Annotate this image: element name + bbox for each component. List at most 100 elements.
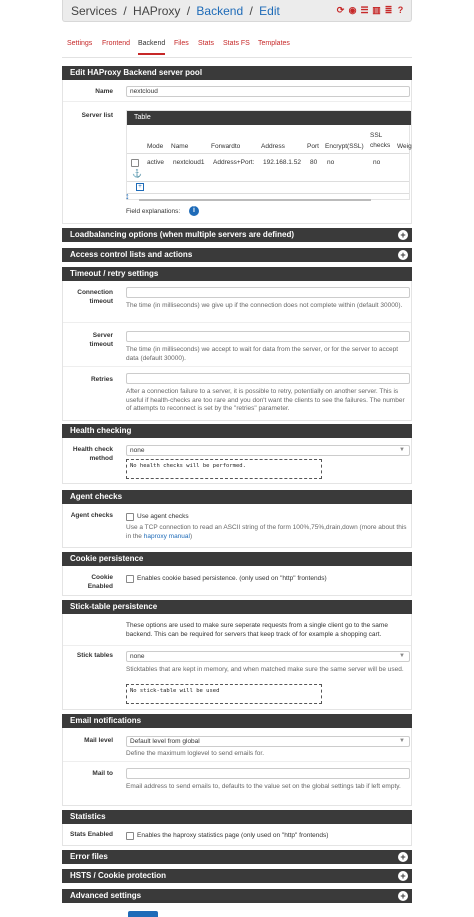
table-divider [127,181,409,182]
advanced-heading[interactable]: Advanced settings + [62,889,412,903]
errorfiles-heading[interactable]: Error files + [62,850,412,864]
expand-icon[interactable]: + [398,852,408,862]
server-timeout-row: Server timeout The time (in milliseconds… [63,323,411,367]
retries-row: Retries After a connection failure to a … [63,367,411,421]
col-encrypt: Encrypt(SSL) [325,143,364,150]
cookie-label-2: Enabled [87,583,113,590]
tab-settings[interactable]: Settings [67,40,92,47]
resize-arrow-icon[interactable]: ↕ [125,191,130,201]
mailto-row: Mail to Email address to send emails to,… [63,762,411,806]
loadbalancing-title: Loadbalancing options (when multiple ser… [70,230,295,239]
health-body: Health check method none ▼ No health chec… [62,438,412,484]
breadcrumb-services: Services [71,4,118,18]
breadcrumb-backend-link[interactable]: Backend [196,4,243,18]
tab-frontend[interactable]: Frontend [102,40,130,47]
table-divider [127,153,409,154]
loadbalancing-heading[interactable]: Loadbalancing options (when multiple ser… [62,228,412,242]
server-timeout-label-1: Server [92,332,113,339]
health-method-label-2: method [89,455,113,462]
name-row: Name nextcloud [63,80,411,102]
expand-icon[interactable]: + [398,250,408,260]
maillevel-select[interactable]: Default level from global ▼ [126,736,410,747]
retries-help: After a connection failure to a server, … [126,388,405,412]
retries-input[interactable] [126,373,410,384]
expand-icon[interactable]: + [398,871,408,881]
health-textarea[interactable]: No health checks will be performed. [126,459,322,479]
name-label: Name [95,88,113,95]
agent-checks-checkbox[interactable] [126,513,134,521]
sticktable-body: These options are used to make sure sepe… [62,614,412,710]
connection-timeout-input[interactable] [126,287,410,298]
tab-backend[interactable]: Backend [138,40,166,55]
chevron-down-icon: ▼ [399,447,405,453]
expand-icon[interactable]: + [398,230,408,240]
tab-stats[interactable]: Stats [198,40,214,47]
col-weight: Weig [397,143,412,150]
edit-panel-heading: Edit HAProxy Backend server pool [62,66,412,80]
expand-icon[interactable]: + [398,891,408,901]
edit-panel-body: Name nextcloud Server list Table Mode Na… [62,80,412,224]
breadcrumb-edit-link[interactable]: Edit [259,4,280,18]
cell-ssl-checks: no [373,159,381,166]
info-icon[interactable]: i [189,206,199,216]
statistics-body: Stats Enabled Enables the haproxy statis… [62,824,412,846]
health-method-select[interactable]: none ▼ [126,445,410,456]
server-timeout-help: The time (in milliseconds) we accept to … [126,346,399,362]
health-title: Health checking [70,426,132,435]
chart-icon[interactable]: ▥ [372,5,381,15]
col-port: Port [307,143,319,150]
serverlist-row: Server list Table Mode Name Forwardto Ad… [63,102,412,224]
server-table: Table Mode Name Forwardto Address Port E… [125,110,412,201]
timeout-title: Timeout / retry settings [70,269,159,278]
connection-timeout-row: Connection timeout The time (in millisec… [63,281,411,323]
cookie-label-1: Cookie [91,574,113,581]
cookie-checkbox[interactable] [126,575,134,583]
haproxy-manual-link[interactable]: haproxy manual [144,533,190,540]
save-button[interactable] [128,911,158,917]
horizontal-scrollbar[interactable] [139,199,371,201]
server-table-title: Table [134,114,151,121]
list-icon[interactable]: ≣ [384,5,393,15]
sticktable-heading: Stick-table persistence [62,600,412,614]
statistics-heading: Statistics [62,810,412,824]
row-select-checkbox[interactable] [131,159,139,167]
agent-checks-help: Use a TCP connection to read an ASCII st… [126,524,410,541]
cell-address: 192.168.1.52 [263,159,301,166]
table-divider [127,193,409,194]
tab-stats-fs[interactable]: Stats FS [223,40,250,47]
stop-icon[interactable]: ◉ [348,5,357,15]
hsts-heading[interactable]: HSTS / Cookie protection + [62,869,412,883]
agent-checks-text: Use agent checks [137,513,189,520]
mailto-input[interactable] [126,768,410,779]
connection-timeout-label-1: Connection [77,289,113,296]
sliders-icon[interactable]: ☰ [360,5,369,15]
sticktable-textarea[interactable]: No stick-table will be used [126,684,322,704]
acl-heading[interactable]: Access control lists and actions + [62,248,412,262]
server-timeout-input[interactable] [126,331,410,342]
stats-enabled-label: Stats Enabled [70,831,113,838]
maillevel-help: Define the maximum loglevel to send emai… [126,750,265,757]
add-row-icon[interactable]: + [136,183,144,191]
cookie-heading: Cookie persistence [62,552,412,566]
agent-checks-label: Agent checks [70,512,113,519]
page: Services / HAProxy / Backend / Edit ⟳ ◉ … [0,0,474,917]
tab-templates[interactable]: Templates [258,40,290,47]
health-method-value: none [130,447,145,454]
edit-panel-title: Edit HAProxy Backend server pool [70,68,203,77]
refresh-icon[interactable]: ⟳ [336,5,345,15]
maillevel-label: Mail level [84,737,113,744]
cookie-title: Cookie persistence [70,554,144,563]
sticktables-select[interactable]: none ▼ [126,651,410,662]
maillevel-value: Default level from global [130,738,200,745]
timeout-body: Connection timeout The time (in millisec… [62,281,412,421]
tab-bar: Settings Frontend Backend Files Stats St… [62,38,412,58]
help-icon[interactable]: ? [396,5,405,15]
name-input[interactable]: nextcloud [126,86,410,97]
mailto-label: Mail to [92,770,113,777]
stats-enabled-checkbox[interactable] [126,832,134,840]
cookie-body: Cookie Enabled Enables cookie based pers… [62,566,412,596]
cell-forwardto: Address+Port: [213,159,255,166]
anchor-icon[interactable]: ⚓ [132,169,142,178]
tab-files[interactable]: Files [174,40,189,47]
cell-encrypt: no [327,159,335,166]
